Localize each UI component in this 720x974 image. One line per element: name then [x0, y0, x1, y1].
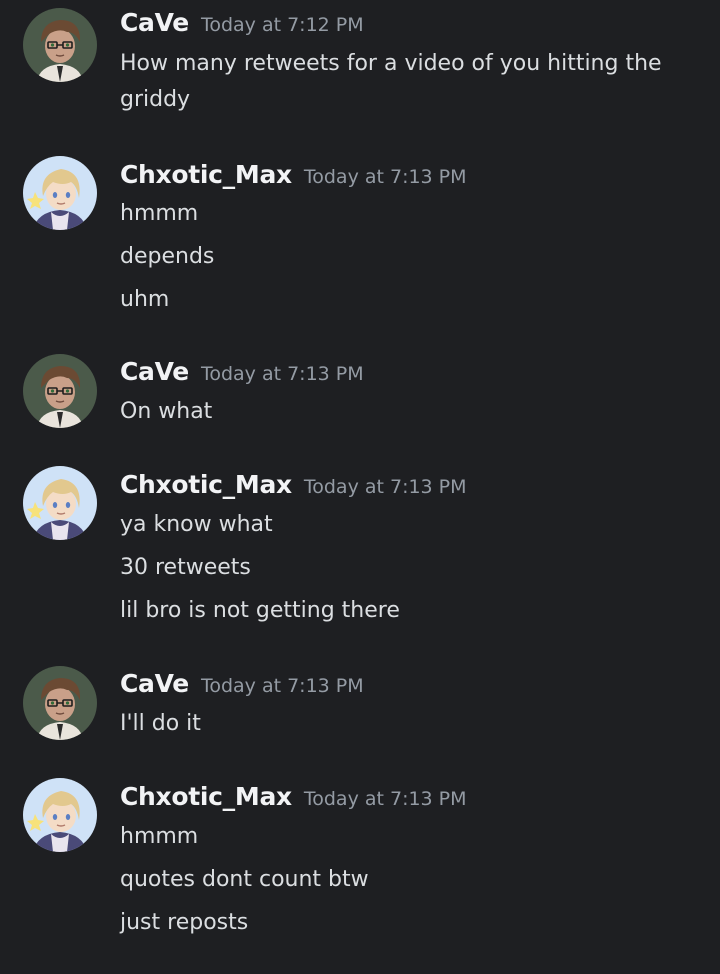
- chat-log: CaVe Today at 7:12 PM How many retweets f…: [0, 0, 720, 974]
- message-text: How many retweets for a video of you hit…: [120, 51, 662, 76]
- message-header: CaVe Today at 7:13 PM: [120, 669, 364, 709]
- username[interactable]: Chxotic_Max: [120, 160, 292, 189]
- message-text: 30 retweets: [120, 555, 251, 580]
- username[interactable]: Chxotic_Max: [120, 782, 292, 811]
- timestamp: Today at 7:13 PM: [303, 166, 467, 188]
- message-text: quotes dont count btw: [120, 867, 369, 892]
- timestamp: Today at 7:13 PM: [303, 788, 467, 810]
- username[interactable]: Chxotic_Max: [120, 470, 292, 499]
- timestamp: Today at 7:13 PM: [303, 476, 467, 498]
- message-text: On what: [120, 399, 213, 424]
- timestamp: Today at 7:12 PM: [200, 14, 364, 36]
- timestamp: Today at 7:13 PM: [200, 363, 364, 385]
- message-header: Chxotic_Max Today at 7:13 PM: [120, 470, 467, 510]
- message-text: hmmm: [120, 824, 199, 849]
- username[interactable]: CaVe: [120, 669, 189, 698]
- message-text: hmmm: [120, 201, 199, 226]
- cave-avatar[interactable]: [23, 666, 97, 740]
- chxotic-max-avatar[interactable]: [23, 466, 97, 540]
- cave-avatar[interactable]: [23, 8, 97, 82]
- username[interactable]: CaVe: [120, 8, 189, 37]
- message-text: ya know what: [120, 512, 273, 537]
- chxotic-max-avatar[interactable]: [23, 778, 97, 852]
- message-text: uhm: [120, 287, 170, 312]
- timestamp: Today at 7:13 PM: [200, 675, 364, 697]
- message-text: I'll do it: [120, 711, 201, 736]
- message-text: lil bro is not getting there: [120, 598, 400, 623]
- message-header: Chxotic_Max Today at 7:13 PM: [120, 160, 467, 200]
- cave-avatar[interactable]: [23, 354, 97, 428]
- message-header: CaVe Today at 7:12 PM: [120, 8, 364, 48]
- message-text: griddy: [120, 87, 191, 112]
- message-text: depends: [120, 244, 215, 269]
- message-header: Chxotic_Max Today at 7:13 PM: [120, 782, 467, 822]
- chxotic-max-avatar[interactable]: [23, 156, 97, 230]
- message-header: CaVe Today at 7:13 PM: [120, 357, 364, 397]
- message-text: just reposts: [120, 910, 249, 935]
- username[interactable]: CaVe: [120, 357, 189, 386]
